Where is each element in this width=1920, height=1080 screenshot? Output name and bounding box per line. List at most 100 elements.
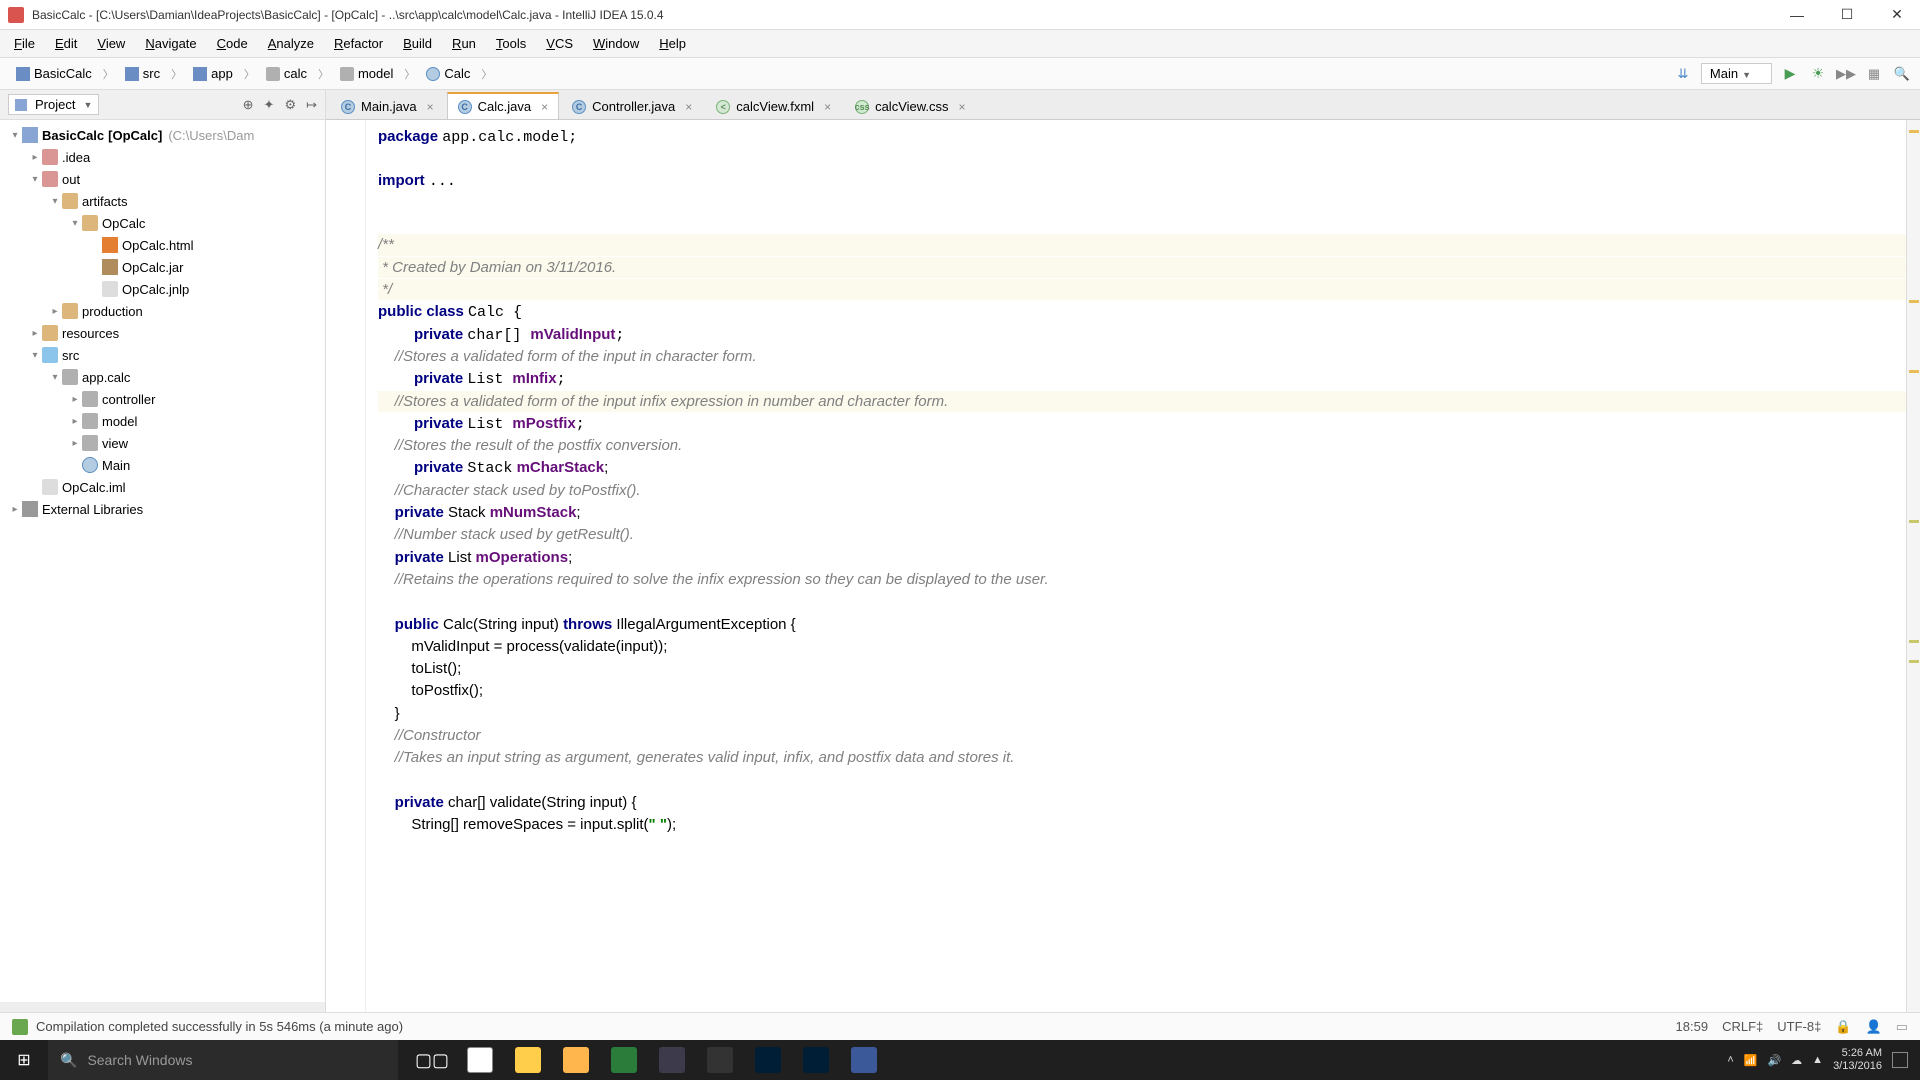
taskbar-app[interactable]: [792, 1040, 840, 1080]
taskbar-search[interactable]: 🔍 Search Windows: [48, 1040, 398, 1080]
editor-tab[interactable]: CCalc.java×: [447, 92, 559, 119]
tree-node[interactable]: ▾OpCalc: [0, 212, 325, 234]
breadcrumb-item[interactable]: src: [117, 64, 168, 83]
tree-node[interactable]: OpCalc.iml: [0, 476, 325, 498]
taskbar-app[interactable]: [840, 1040, 888, 1080]
taskbar-app[interactable]: [696, 1040, 744, 1080]
menu-vcs[interactable]: VCS: [536, 32, 583, 55]
tree-node[interactable]: ▾artifacts: [0, 190, 325, 212]
run-config-select[interactable]: Main▼: [1701, 63, 1772, 84]
notifications-icon[interactable]: [1892, 1052, 1908, 1068]
tree-node[interactable]: Main: [0, 454, 325, 476]
menu-build[interactable]: Build: [393, 32, 442, 55]
tree-node[interactable]: ▾src: [0, 344, 325, 366]
debug-button[interactable]: ☀: [1808, 64, 1828, 84]
project-structure-icon[interactable]: ▦: [1864, 64, 1884, 84]
coverage-button[interactable]: ▶▶: [1836, 64, 1856, 84]
tree-node[interactable]: ▾out: [0, 168, 325, 190]
taskbar-app[interactable]: [600, 1040, 648, 1080]
code-body[interactable]: package app.calc.model; import ... /** *…: [366, 120, 1906, 1012]
menu-file[interactable]: File: [4, 32, 45, 55]
onedrive-icon[interactable]: ▲: [1812, 1054, 1823, 1066]
maximize-button[interactable]: ☐: [1832, 5, 1862, 25]
editor-tab[interactable]: csscalcView.css×: [844, 93, 976, 119]
breadcrumb-item[interactable]: model: [332, 64, 401, 83]
tree-node[interactable]: ▾app.calc: [0, 366, 325, 388]
menu-analyze[interactable]: Analyze: [258, 32, 324, 55]
menu-view[interactable]: View: [87, 32, 135, 55]
close-window-button[interactable]: ✕: [1882, 5, 1912, 25]
tree-node[interactable]: ▸controller: [0, 388, 325, 410]
editor-tab[interactable]: <calcView.fxml×: [705, 93, 842, 119]
system-tray[interactable]: ˄ 📶 🔊 ☁ ▲ 5:26 AM 3/13/2016: [1727, 1047, 1920, 1073]
taskbar-app[interactable]: [504, 1040, 552, 1080]
breadcrumb-item[interactable]: app: [185, 64, 241, 83]
breadcrumb-item[interactable]: calc: [258, 64, 315, 83]
tree-node[interactable]: ▸resources: [0, 322, 325, 344]
hide-icon[interactable]: ↦: [306, 97, 317, 113]
taskbar-clock[interactable]: 5:26 AM 3/13/2016: [1833, 1047, 1882, 1073]
navigation-bar: BasicCalc〉src〉app〉calc〉model〉Calc〉 ⇊ Mai…: [0, 58, 1920, 90]
tree-node[interactable]: ▸production: [0, 300, 325, 322]
menu-tools[interactable]: Tools: [486, 32, 536, 55]
taskbar-app[interactable]: [552, 1040, 600, 1080]
close-tab-icon[interactable]: ×: [824, 100, 831, 114]
editor-tab[interactable]: CMain.java×: [330, 93, 445, 119]
line-separator[interactable]: CRLF‡: [1722, 1019, 1763, 1035]
gutter[interactable]: [326, 120, 366, 1012]
tree-label: .idea: [62, 150, 90, 165]
close-tab-icon[interactable]: ×: [541, 100, 548, 114]
start-button[interactable]: ⊞: [0, 1040, 48, 1080]
taskbar-app[interactable]: [456, 1040, 504, 1080]
scrollbar-stub[interactable]: [0, 1002, 325, 1012]
menu-refactor[interactable]: Refactor: [324, 32, 393, 55]
error-stripe[interactable]: [1906, 120, 1920, 1012]
project-tree[interactable]: ▾ BasicCalc [OpCalc] (C:\Users\Dam ▸.ide…: [0, 120, 325, 1002]
status-icon[interactable]: [12, 1019, 28, 1035]
collapse-all-icon[interactable]: ⊕: [243, 97, 254, 113]
project-view-select[interactable]: Project▼: [8, 94, 99, 115]
minimize-button[interactable]: —: [1782, 5, 1812, 25]
run-button[interactable]: ▶: [1780, 64, 1800, 84]
menu-window[interactable]: Window: [583, 32, 649, 55]
settings-icon[interactable]: ⚙: [284, 97, 296, 113]
taskbar-app[interactable]: [648, 1040, 696, 1080]
hector-icon[interactable]: 👤: [1866, 1019, 1882, 1035]
task-view-button[interactable]: ▢▢: [408, 1040, 456, 1080]
menu-code[interactable]: Code: [207, 32, 258, 55]
menu-edit[interactable]: Edit: [45, 32, 87, 55]
weather-icon[interactable]: ☁: [1791, 1054, 1802, 1067]
tree-root[interactable]: ▾ BasicCalc [OpCalc] (C:\Users\Dam: [0, 124, 325, 146]
pkg-icon: [62, 369, 78, 385]
file-encoding[interactable]: UTF-8‡: [1777, 1019, 1821, 1035]
close-tab-icon[interactable]: ×: [427, 100, 434, 114]
menu-navigate[interactable]: Navigate: [135, 32, 206, 55]
breadcrumb-item[interactable]: Calc: [418, 64, 478, 83]
taskbar-app[interactable]: [744, 1040, 792, 1080]
menu-run[interactable]: Run: [442, 32, 486, 55]
tree-node[interactable]: OpCalc.html: [0, 234, 325, 256]
wifi-icon[interactable]: 📶: [1744, 1054, 1758, 1067]
folder-icon: [193, 67, 207, 81]
update-icon[interactable]: ⇊: [1673, 64, 1693, 84]
external-libraries[interactable]: ▸ External Libraries: [0, 498, 325, 520]
tree-node[interactable]: OpCalc.jnlp: [0, 278, 325, 300]
memory-icon[interactable]: ▭: [1896, 1019, 1908, 1035]
tray-chevron-icon[interactable]: ˄: [1727, 1054, 1733, 1066]
breadcrumb-item[interactable]: BasicCalc: [8, 64, 100, 83]
tree-node[interactable]: ▸view: [0, 432, 325, 454]
locate-icon[interactable]: ✦: [264, 97, 275, 113]
editor-tab[interactable]: CController.java×: [561, 93, 703, 119]
project-sidebar: Project▼ ⊕ ✦ ⚙ ↦ ▾ BasicCalc [OpCalc] (C…: [0, 90, 326, 1012]
menu-help[interactable]: Help: [649, 32, 696, 55]
lock-icon[interactable]: 🔒: [1835, 1019, 1851, 1035]
tree-node[interactable]: ▸model: [0, 410, 325, 432]
caret-position[interactable]: 18:59: [1676, 1019, 1709, 1035]
tree-node[interactable]: ▸.idea: [0, 146, 325, 168]
tree-node[interactable]: OpCalc.jar: [0, 256, 325, 278]
volume-icon[interactable]: 🔊: [1767, 1054, 1781, 1067]
close-tab-icon[interactable]: ×: [959, 100, 966, 114]
code-editor[interactable]: package app.calc.model; import ... /** *…: [326, 120, 1920, 1012]
search-everywhere-icon[interactable]: 🔍: [1892, 64, 1912, 84]
close-tab-icon[interactable]: ×: [685, 100, 692, 114]
